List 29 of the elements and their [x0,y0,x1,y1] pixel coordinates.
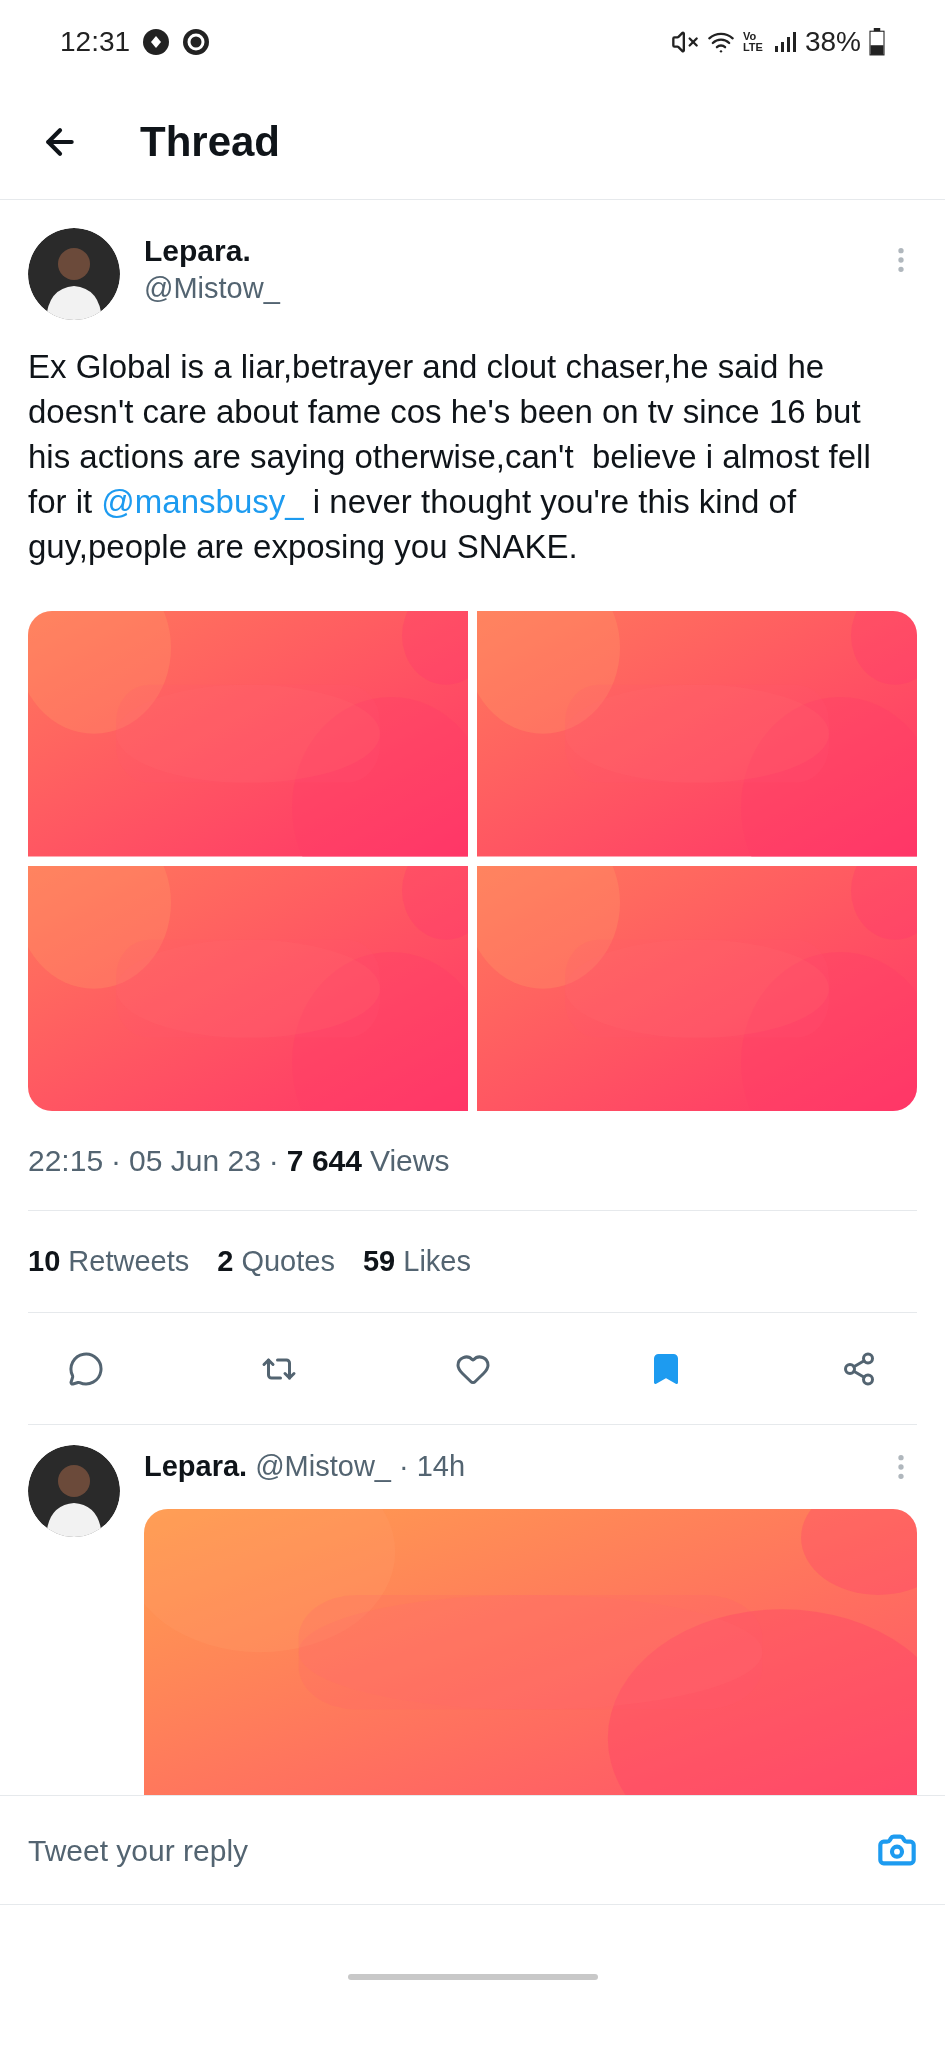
author-handle: @Mistow_ [144,271,282,306]
avatar[interactable] [28,1445,120,1537]
author-name: Lepara. [144,1449,248,1484]
separator-dot: · [398,1449,409,1484]
battery-level: 38% [804,25,861,59]
app-notification-icon [182,28,211,56]
author-name: Lepara. [144,233,252,269]
separator-dot: · [268,1143,279,1179]
reply-field[interactable]: Tweet your reply [28,1827,877,1873]
app-notification-icon [142,28,171,56]
avatar[interactable] [28,228,120,320]
tweet-text: Ex Global is a liar,betrayer and clout chaser,he said he doesn't care about fame cos he's been on tv since 16 but his actions are saying otherwise,can't believe i almost fell for it @mansbusy_ i never thought you're this kind of guy,people are exposing you SNAKE. [28,347,872,567]
post-age: 14h [416,1449,466,1484]
author-handle: @Mistow_ [255,1449,391,1484]
clock: 12:31 [60,25,131,59]
views-label: Views [369,1143,450,1179]
stat-link[interactable]: 59 Likes [362,1239,471,1284]
post-time: 22:15 [28,1143,104,1179]
reply-icon[interactable] [68,1350,104,1387]
page-title: Thread [140,117,281,167]
network-label: Vo LTE [742,31,764,53]
stat-link[interactable]: 2 Quotes [217,1239,335,1284]
share-icon[interactable] [841,1350,877,1387]
stat-link[interactable]: 10 Retweets [28,1239,190,1284]
separator-dot: · [111,1143,122,1179]
signal-icon [772,30,797,54]
post-date: 05 Jun 23 [129,1143,261,1179]
view-count: 7 644 [286,1143,362,1179]
battery-icon [869,28,885,56]
